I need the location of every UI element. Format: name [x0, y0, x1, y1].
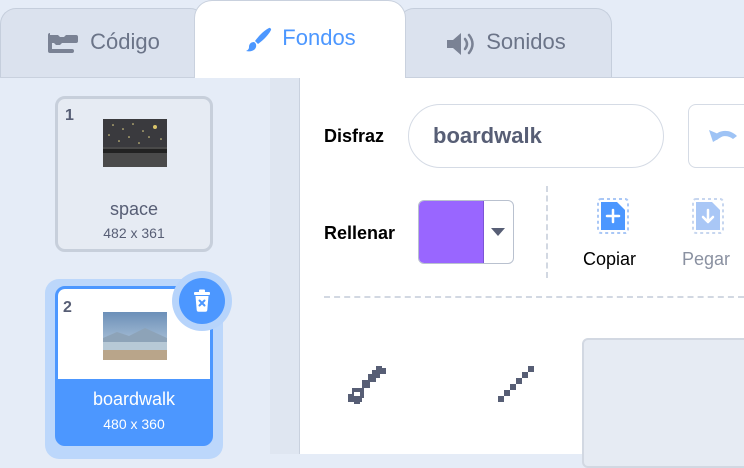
costume-name-input[interactable]: boardwalk: [408, 104, 664, 168]
backdrop-thumbnail-boardwalk: [103, 312, 167, 360]
speaker-icon: [447, 32, 474, 55]
code-blocks-icon: [48, 32, 79, 53]
paintbrush-icon: [246, 27, 272, 51]
backdrop-thumbnail-space: [103, 119, 167, 167]
trash-icon: [194, 289, 210, 312]
fill-label: Rellenar: [324, 223, 396, 243]
tab-backdrops[interactable]: Fondos: [194, 0, 406, 78]
backdrop-number: 1: [65, 107, 74, 124]
paint-canvas[interactable]: [582, 338, 744, 468]
paste-icon: [692, 198, 724, 234]
copy-button[interactable]: Copiar: [572, 196, 654, 272]
costume-name-value: boardwalk: [433, 123, 542, 148]
undo-icon: [709, 130, 737, 142]
panel-divider: [270, 77, 300, 454]
backdrop-item-space[interactable]: 1 space 482 x 361: [55, 96, 213, 252]
backdrop-name: space: [109, 199, 159, 219]
tab-backdrops-label: Fondos: [282, 24, 356, 50]
editor-tab-bar: Código Sonidos Fondos: [0, 0, 744, 78]
paste-button[interactable]: Pegar: [668, 196, 744, 272]
backdrop-number: 2: [63, 299, 72, 316]
paste-label: Pegar: [682, 249, 731, 269]
caret-down-icon: [491, 228, 505, 236]
backdrop-size: 482 x 361: [103, 225, 165, 241]
tab-code[interactable]: Código: [0, 8, 206, 78]
fill-color-picker[interactable]: [418, 200, 514, 264]
toolbar-divider: [324, 296, 744, 298]
line-tool-icon[interactable]: [494, 364, 538, 408]
brush-tool-icon[interactable]: [346, 364, 398, 408]
costume-name-label: Disfraz: [324, 126, 385, 146]
toolbar-separator: [546, 186, 548, 278]
copy-label: Copiar: [583, 249, 637, 269]
copy-icon: [597, 198, 629, 234]
delete-backdrop-button[interactable]: [172, 271, 232, 331]
backdrop-size: 480 x 360: [103, 416, 165, 432]
tab-code-label: Código: [90, 28, 160, 54]
undo-button[interactable]: [688, 104, 744, 168]
backdrop-name: boardwalk: [92, 389, 176, 409]
tab-sounds[interactable]: Sonidos: [398, 8, 612, 78]
fill-color-swatch: [419, 201, 484, 263]
tab-sounds-label: Sonidos: [486, 28, 566, 54]
delete-button-core: [179, 278, 225, 324]
